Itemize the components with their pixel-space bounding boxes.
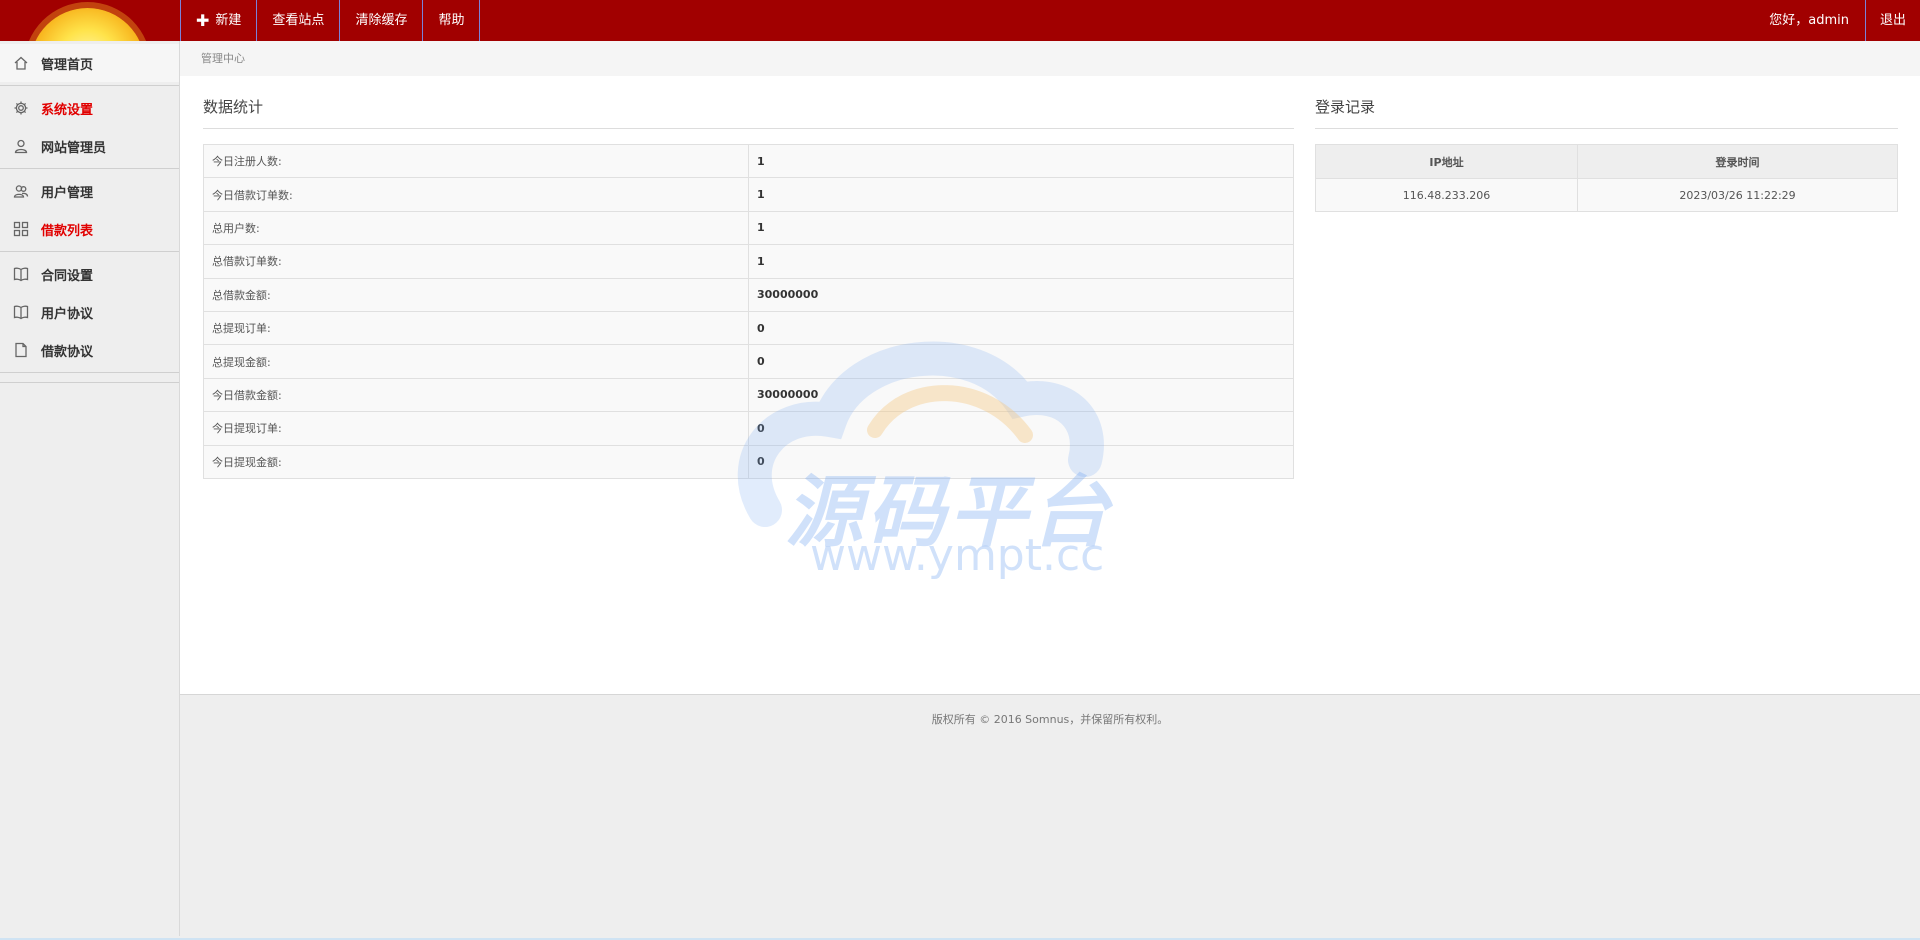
login-divider [1315,128,1898,129]
help-button[interactable]: 帮助 [422,0,481,41]
gear-icon [12,99,30,117]
user-greeting: 您好， admin [1769,0,1865,41]
stat-label: 今日借款金额: [203,377,749,413]
logo-sun-icon [30,8,145,41]
sidebar-item-label: 系统设置 [41,102,94,118]
user-icon [12,137,30,155]
grid-icon [12,220,30,238]
users-icon [12,182,30,200]
column-header-time: 登录时间 [1577,144,1898,179]
stats-title: 数据统计 [203,98,264,116]
stat-label: 总提现金额: [203,344,749,379]
table-row: 总提现金额: 0 [203,344,1294,379]
table-row: 总借款金额: 30000000 [203,277,1294,312]
table-row: 今日注册人数: 1 [203,143,1294,179]
sidebar-item-label: 借款列表 [41,223,94,239]
sidebar-group-home: 管理首页 [0,41,179,86]
login-table: IP地址 登录时间 116.48.233.206 2023/03/26 11:2… [1315,144,1898,212]
login-ip: 116.48.233.206 [1315,178,1578,212]
top-right: 您好， admin 退出 [1769,0,1920,41]
column-header-ip: IP地址 [1315,144,1578,179]
new-button[interactable]: ✚ 新建 [180,0,256,41]
sidebar-item-label: 借款协议 [41,344,94,360]
stat-label: 今日注册人数: [203,143,749,179]
view-site-button[interactable]: 查看站点 [256,0,339,41]
stat-label: 今日提现订单: [203,411,749,446]
stat-label: 今日提现金额: [203,444,749,479]
table-row: 总借款订单数: 1 [203,244,1294,279]
document-icon [12,341,30,359]
table-header-row: IP地址 登录时间 [1315,144,1898,179]
sidebar-item-site-admin[interactable]: 网站管理员 [0,127,179,165]
stat-label: 今日借款订单数: [203,177,749,212]
table-row: 今日借款金额: 30000000 [203,377,1294,413]
stat-value: 0 [748,310,1294,346]
view-site-label: 查看站点 [272,13,325,28]
sidebar-item-label: 管理首页 [41,57,94,73]
clear-cache-label: 清除缓存 [355,13,408,28]
sidebar-item-label: 用户协议 [41,306,94,322]
book-icon [12,303,30,321]
sidebar-item-label: 网站管理员 [41,140,107,156]
sidebar: 管理首页 系统设置 网站管理员 用户管理 借款列表 合同设置 用户协议 借款协议 [0,41,180,936]
stat-value: 30000000 [748,277,1294,312]
sidebar-group-system: 系统设置 网站管理员 [0,86,179,169]
top-bar: ✚ 新建 查看站点 清除缓存 帮助 您好， admin 退出 [0,0,1920,41]
stat-value: 1 [748,143,1294,179]
login-title: 登录记录 [1315,98,1376,116]
stat-value: 1 [748,244,1294,279]
sidebar-item-label: 合同设置 [41,268,94,284]
clear-cache-button[interactable]: 清除缓存 [339,0,422,41]
sidebar-item-system-settings[interactable]: 系统设置 [0,89,179,127]
plus-icon: ✚ [196,10,210,30]
stat-label: 总借款订单数: [203,244,749,279]
stat-value: 30000000 [748,377,1294,413]
sidebar-item-user-agreement[interactable]: 用户协议 [0,293,179,331]
footer-copyright: 版权所有 © 2016 Somnus，并保留所有权利。 [931,713,1169,726]
sidebar-item-loan-agreement[interactable]: 借款协议 [0,331,179,369]
book-icon [12,265,30,283]
table-row: 今日借款订单数: 1 [203,177,1294,212]
stat-value: 0 [748,411,1294,446]
sidebar-group-users: 用户管理 借款列表 [0,169,179,252]
breadcrumb[interactable]: 管理中心 [180,41,1920,76]
logo[interactable] [0,0,180,41]
stat-value: 0 [748,444,1294,479]
sidebar-divider [0,373,179,383]
table-row: 今日提现订单: 0 [203,411,1294,446]
stats-table: 今日注册人数: 1 今日借款订单数: 1 总用户数: 1 总借款订单数: 1 总… [203,143,1294,479]
home-icon [12,54,30,72]
sidebar-item-loan-list[interactable]: 借款列表 [0,210,179,248]
username[interactable]: admin [1808,0,1849,41]
main-content: 管理中心 数据统计 今日注册人数: 1 今日借款订单数: 1 总用户数: 1 总… [180,41,1920,695]
logout-button[interactable]: 退出 [1864,0,1920,41]
stat-label: 总用户数: [203,210,749,246]
sidebar-item-user-management[interactable]: 用户管理 [0,172,179,210]
table-row: 今日提现金额: 0 [203,444,1294,479]
sidebar-group-contracts: 合同设置 用户协议 借款协议 [0,252,179,373]
sidebar-item-label: 用户管理 [41,185,94,201]
table-row: 总提现订单: 0 [203,310,1294,346]
top-nav: ✚ 新建 查看站点 清除缓存 帮助 [180,0,481,41]
stat-value: 1 [748,210,1294,246]
help-label: 帮助 [438,13,465,28]
login-time: 2023/03/26 11:22:29 [1577,178,1898,212]
stat-label: 总提现订单: [203,310,749,346]
table-row: 116.48.233.206 2023/03/26 11:22:29 [1315,178,1898,212]
stats-divider [203,128,1294,129]
stat-value: 0 [748,344,1294,379]
sidebar-item-home[interactable]: 管理首页 [0,44,179,82]
table-row: 总用户数: 1 [203,210,1294,246]
stat-value: 1 [748,177,1294,212]
greeting-text: 您好， [1769,13,1809,28]
sidebar-item-contract-settings[interactable]: 合同设置 [0,255,179,293]
stat-label: 总借款金额: [203,277,749,312]
new-label: 新建 [215,13,242,28]
